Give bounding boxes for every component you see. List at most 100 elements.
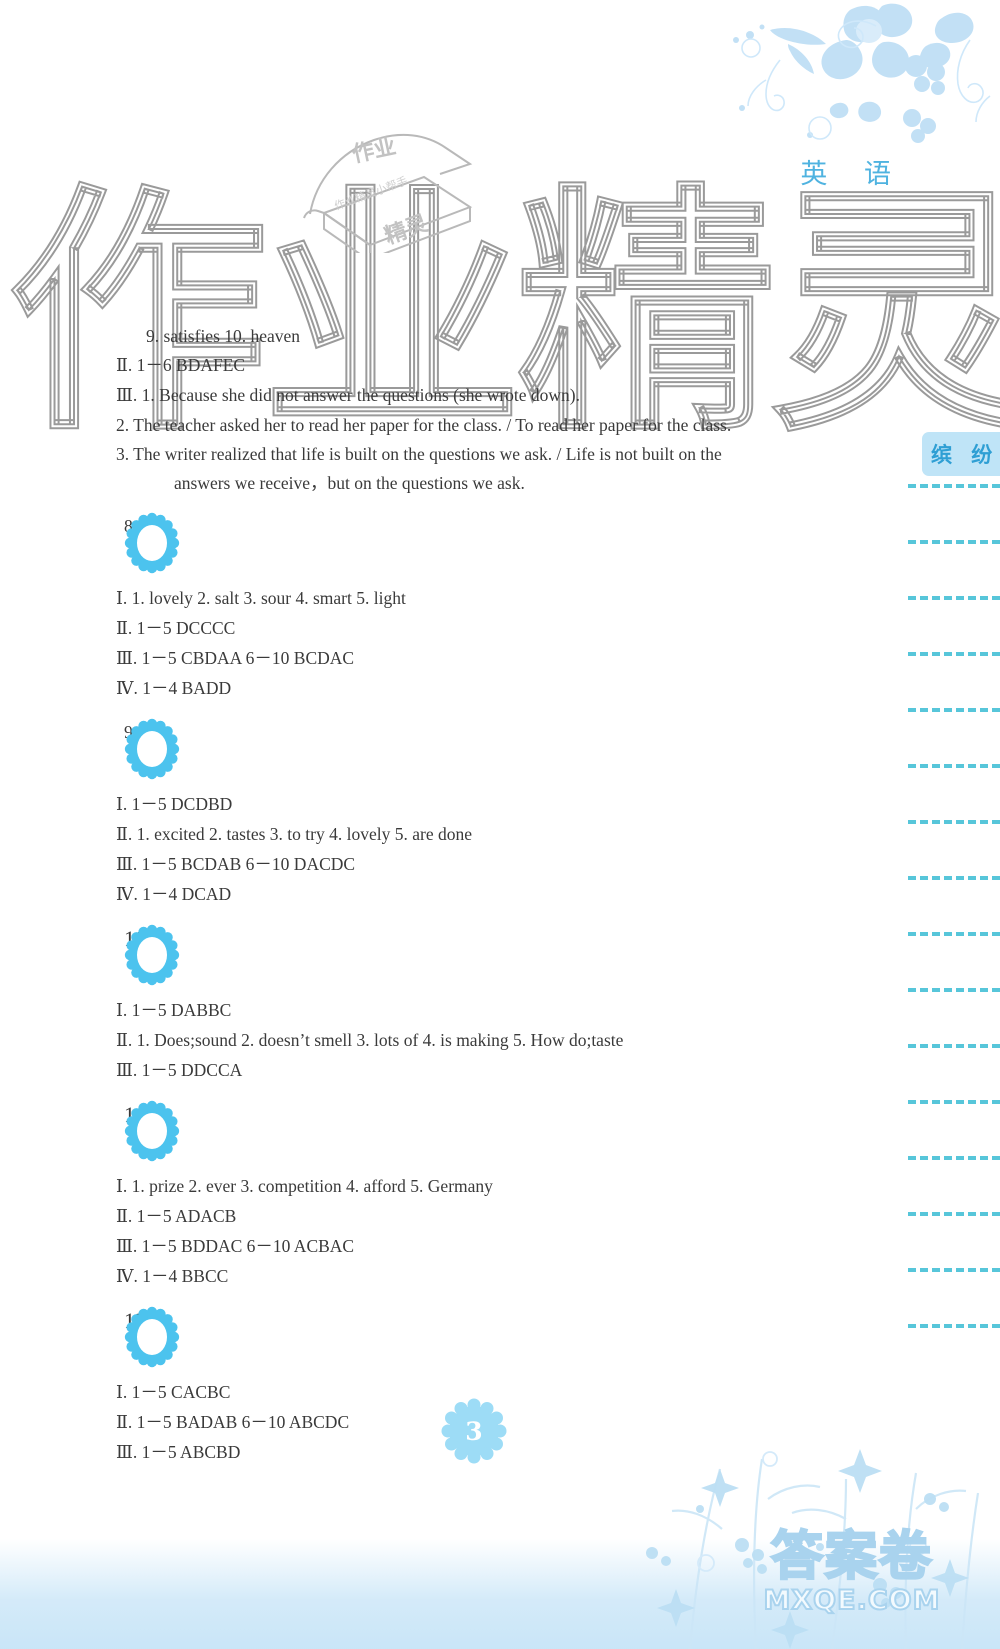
- dashed-rule: [908, 764, 1000, 768]
- answer-text: . 1－5 ABCBD: [132, 1442, 241, 1462]
- section-badge-scallop: [124, 1100, 180, 1162]
- answer-line: 9. satisfies 10. heaven: [116, 322, 856, 351]
- answer-section: 11 Ⅰ. 1. prize 2. ever 3. competition 4. …: [116, 1100, 856, 1292]
- subject-title: 英 语: [800, 159, 905, 190]
- answer-text: . 1. Because she did not answer the ques…: [132, 385, 581, 405]
- roman-numeral: Ⅳ: [116, 1267, 134, 1287]
- section-badge-scallop: [124, 1306, 180, 1368]
- answer-text: 3. The writer realized that life is buil…: [116, 444, 722, 464]
- answer-key-content: 9. satisfies 10. heaven Ⅱ. 1－6 BDAFEC Ⅲ. 1…: [116, 322, 856, 1468]
- answer-text: . 1. prize 2. ever 3. competition 4. aff…: [122, 1176, 493, 1196]
- answer-line: Ⅲ. 1－5 BCDAB 6－10 DACDC: [116, 850, 856, 880]
- roman-numeral: Ⅲ: [116, 1443, 133, 1463]
- answer-line: Ⅲ. 1－5 DDCCA: [116, 1056, 856, 1086]
- answer-text: 2. The teacher asked her to read her pap…: [116, 415, 732, 435]
- margin-dashed-rules: [908, 484, 1000, 1484]
- logo-text-line1: 作业: [350, 134, 398, 168]
- dashed-rule: [908, 1268, 1000, 1272]
- roman-numeral: Ⅱ: [116, 356, 128, 376]
- roman-numeral: Ⅰ: [116, 1001, 123, 1021]
- answer-text: . 1－5 CBDAA 6－10 BCDAC: [132, 648, 355, 668]
- answer-line: Ⅰ. 1－5 DABBC: [116, 996, 856, 1026]
- section-badge-scallop: [124, 512, 180, 574]
- answer-key-page: 作 业 精 灵 作业 精灵 作业精灵小帮手 英 语 缤 纷 9. satisfi…: [0, 0, 1000, 1649]
- dashed-rule: [908, 820, 1000, 824]
- dashed-rule: [908, 1324, 1000, 1328]
- roman-numeral: Ⅱ: [116, 619, 128, 639]
- answer-text: . 1－5 BCDAB 6－10 DACDC: [132, 854, 356, 874]
- dashed-rule: [908, 1100, 1000, 1104]
- answer-text: . 1. Does;sound 2. doesn’t smell 3. lots…: [127, 1030, 624, 1050]
- answer-section: 8 Ⅰ. 1. lovely 2. salt 3. sour 4. smart 5…: [116, 512, 856, 704]
- site-watermark: 答案卷 MXQE.COM: [722, 1527, 982, 1631]
- roman-numeral: Ⅰ: [116, 589, 123, 609]
- answer-line: 3. The writer realized that life is buil…: [116, 440, 856, 469]
- section-badge-shape: [124, 1306, 180, 1368]
- answer-text: . 1－5 ADACB: [127, 1206, 237, 1226]
- dashed-rule: [908, 1212, 1000, 1216]
- continued-block: 9. satisfies 10. heaven Ⅱ. 1－6 BDAFEC Ⅲ. 1…: [116, 322, 856, 498]
- answer-text: answers we receive，but on the questions …: [174, 473, 525, 493]
- roman-numeral: Ⅱ: [116, 825, 128, 845]
- roman-numeral: Ⅱ: [116, 1031, 128, 1051]
- floral-decoration-top: [733, 3, 991, 143]
- answer-line: Ⅳ. 1－4 DCAD: [116, 880, 856, 910]
- answer-line: Ⅱ. 1－5 ADACB: [116, 1202, 856, 1232]
- answer-text: . 1. excited 2. tastes 3. to try 4. love…: [127, 824, 472, 844]
- page-number-label: 3: [465, 1416, 483, 1446]
- dashed-rule: [908, 876, 1000, 880]
- answer-line: Ⅲ. 1－5 BDDAC 6－10 ACBAC: [116, 1232, 856, 1262]
- answer-text: . 1－5 CACBC: [122, 1382, 231, 1402]
- side-tab[interactable]: 缤 纷: [922, 432, 1000, 476]
- dashed-rule: [908, 932, 1000, 936]
- roman-numeral: Ⅲ: [116, 649, 133, 669]
- section-number-label: 11: [124, 1100, 856, 1129]
- dashed-rule: [908, 1156, 1000, 1160]
- answer-line: answers we receive，but on the questions …: [116, 469, 856, 498]
- roman-numeral: Ⅰ: [116, 795, 123, 815]
- answer-text: . 1－6 BDAFEC: [127, 355, 246, 375]
- answer-text: 9. satisfies 10. heaven: [146, 326, 301, 346]
- answer-line: Ⅲ. 1－5 CBDAA 6－10 BCDAC: [116, 644, 856, 674]
- answer-line: Ⅱ. 1－6 BDAFEC: [116, 351, 856, 381]
- roman-numeral: Ⅳ: [116, 885, 134, 905]
- answer-text: . 1－5 DCDBD: [122, 794, 233, 814]
- section-number-label: 12: [124, 1306, 856, 1335]
- section-badge: 12: [124, 1306, 856, 1372]
- section-badge-scallop: [124, 924, 180, 986]
- dashed-rule: [908, 708, 1000, 712]
- answer-line: Ⅱ. 1－5 DCCCC: [116, 614, 856, 644]
- answer-line: Ⅳ. 1－4 BBCC: [116, 1262, 856, 1292]
- section-number-label: 9: [124, 722, 133, 742]
- answer-line: Ⅱ. 1. excited 2. tastes 3. to try 4. lov…: [116, 820, 856, 850]
- dashed-rule: [908, 484, 1000, 488]
- section-badge: 9: [124, 718, 856, 784]
- logo-text-line2: 精灵: [381, 210, 431, 249]
- answer-text: . 1－4 DCAD: [133, 884, 232, 904]
- roman-numeral: Ⅳ: [116, 679, 134, 699]
- roman-numeral: Ⅱ: [116, 1207, 128, 1227]
- answer-text: . 1－4 BBCC: [133, 1266, 229, 1286]
- roman-numeral: Ⅰ: [116, 1383, 123, 1403]
- answer-text: . 1－5 DCCCC: [127, 618, 236, 638]
- side-tab-label: 缤 纷: [931, 443, 999, 467]
- site-watermark-en: MXQE.COM: [763, 1585, 941, 1616]
- answer-text: . 1－4 BADD: [133, 678, 232, 698]
- dashed-rule: [908, 540, 1000, 544]
- section-badge-shape: [124, 512, 180, 574]
- roman-numeral: Ⅲ: [116, 1237, 133, 1257]
- section-number-label: 8: [124, 516, 133, 536]
- answer-line: Ⅲ. 1. Because she did not answer the que…: [116, 381, 856, 411]
- section-badge: 8: [124, 512, 856, 578]
- section-badge: 11: [124, 1100, 856, 1166]
- roman-numeral: Ⅰ: [116, 1177, 123, 1197]
- answer-line: Ⅰ. 1. lovely 2. salt 3. sour 4. smart 5.…: [116, 584, 856, 614]
- answer-section: 9 Ⅰ. 1－5 DCDBD Ⅱ. 1. excited 2. tastes 3. …: [116, 718, 856, 910]
- site-watermark-cn: 答案卷: [770, 1527, 933, 1587]
- book-logo-watermark: 作业 精灵 作业精灵小帮手: [303, 133, 473, 253]
- answer-line: Ⅰ. 1. prize 2. ever 3. competition 4. af…: [116, 1172, 856, 1202]
- dashed-rule: [908, 652, 1000, 656]
- answer-section: 10Ⅰ. 1－5 DABBCⅡ. 1. Does;sound 2. doesn’…: [116, 924, 856, 1086]
- section-badge-shape: [124, 924, 180, 986]
- answer-text: . 1－5 DDCCA: [132, 1060, 243, 1080]
